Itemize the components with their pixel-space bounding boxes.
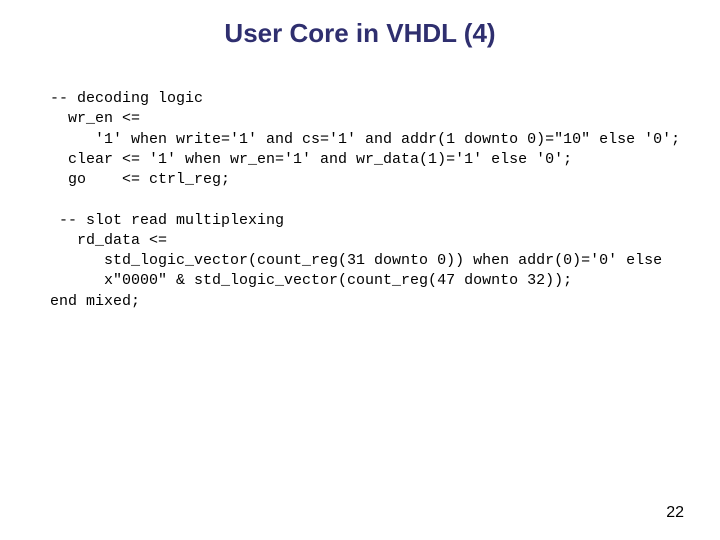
code-line: rd_data <=	[50, 232, 167, 249]
code-line: end mixed;	[50, 293, 140, 310]
code-block: -- decoding logic wr_en <= '1' when writ…	[0, 59, 720, 312]
code-line: wr_en <=	[50, 110, 140, 127]
code-line: go <= ctrl_reg;	[50, 171, 230, 188]
slide: User Core in VHDL (4) -- decoding logic …	[0, 0, 720, 540]
code-line: -- slot read multiplexing	[50, 212, 284, 229]
code-line: '1' when write='1' and cs='1' and addr(1…	[50, 131, 680, 148]
code-line: x"0000" & std_logic_vector(count_reg(47 …	[50, 272, 572, 289]
code-line: clear <= '1' when wr_en='1' and wr_data(…	[50, 151, 572, 168]
slide-title: User Core in VHDL (4)	[0, 0, 720, 59]
page-number: 22	[666, 504, 684, 522]
code-line: -- decoding logic	[50, 90, 203, 107]
code-line: std_logic_vector(count_reg(31 downto 0))…	[50, 252, 662, 269]
